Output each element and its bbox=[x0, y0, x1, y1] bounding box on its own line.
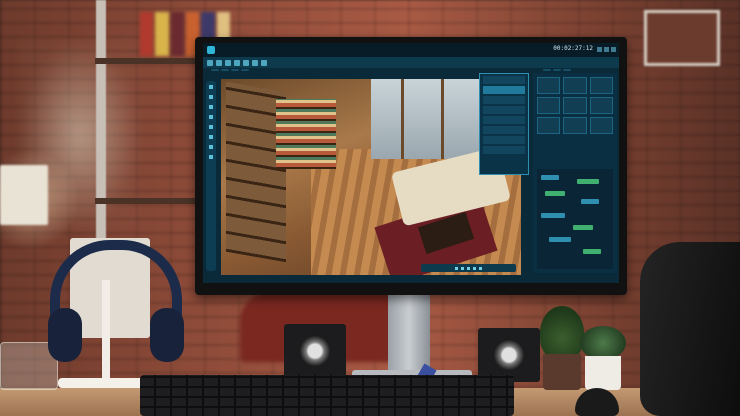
graph-node[interactable] bbox=[545, 191, 565, 196]
viewport-playback-bar bbox=[421, 264, 516, 272]
camera-tool-icon[interactable] bbox=[252, 59, 258, 66]
asset-thumbnail[interactable] bbox=[537, 117, 561, 134]
graph-node[interactable] bbox=[541, 175, 559, 180]
brush-tool-icon[interactable] bbox=[243, 59, 249, 66]
maximize-icon[interactable] bbox=[604, 47, 609, 52]
playback-icon[interactable] bbox=[467, 266, 470, 270]
speaker-cone bbox=[299, 335, 331, 367]
minimize-icon[interactable] bbox=[597, 47, 602, 52]
small-plant bbox=[580, 326, 626, 360]
node-graph[interactable] bbox=[537, 169, 613, 269]
playback-icon[interactable] bbox=[455, 266, 458, 270]
plant-pot bbox=[543, 354, 581, 390]
office-chair bbox=[640, 242, 740, 416]
speaker-cone bbox=[493, 339, 525, 371]
panel-tab[interactable] bbox=[543, 69, 551, 71]
headphone-stand-base bbox=[58, 378, 150, 388]
context-menu bbox=[479, 73, 529, 175]
graph-node[interactable] bbox=[541, 213, 565, 218]
viewport-tab[interactable] bbox=[231, 69, 239, 71]
asset-thumbnail[interactable] bbox=[537, 77, 561, 94]
left-tool-rail bbox=[206, 81, 216, 271]
workspace-scene: 00:02:27:12 bbox=[0, 0, 740, 416]
asset-thumbnail[interactable] bbox=[563, 117, 587, 134]
context-menu-item[interactable] bbox=[483, 126, 525, 134]
panel-tab[interactable] bbox=[563, 69, 571, 71]
viewport-tab[interactable] bbox=[211, 69, 219, 71]
asset-thumbnail[interactable] bbox=[563, 77, 587, 94]
left-speaker bbox=[284, 324, 346, 378]
tool-strip bbox=[203, 57, 619, 68]
rail-tool-icon[interactable] bbox=[209, 125, 213, 129]
white-plant-pot bbox=[585, 356, 621, 390]
succulent-plant bbox=[540, 306, 584, 360]
asset-thumbnail[interactable] bbox=[589, 97, 613, 114]
panel-tab[interactable] bbox=[553, 69, 561, 71]
asset-panel bbox=[533, 73, 617, 273]
context-menu-item[interactable] bbox=[483, 96, 525, 104]
headphone-ear-cup bbox=[48, 308, 82, 362]
window-mullion bbox=[401, 79, 404, 159]
rotate-tool-icon[interactable] bbox=[225, 59, 231, 66]
graph-node[interactable] bbox=[577, 179, 599, 184]
graph-node[interactable] bbox=[549, 237, 571, 242]
right-speaker bbox=[478, 328, 540, 382]
app-title-bar: 00:02:27:12 bbox=[203, 43, 619, 57]
scale-tool-icon[interactable] bbox=[234, 59, 240, 66]
context-menu-item[interactable] bbox=[483, 146, 525, 154]
headphone-ear-cup bbox=[150, 308, 184, 362]
select-tool-icon[interactable] bbox=[207, 59, 213, 66]
window-controls bbox=[597, 47, 616, 52]
viewport-tab[interactable] bbox=[241, 69, 249, 71]
asset-thumbnail-grid bbox=[533, 73, 617, 138]
keyboard bbox=[140, 375, 514, 416]
wall-picture-frame bbox=[644, 10, 720, 66]
context-menu-item[interactable] bbox=[483, 136, 525, 144]
rail-tool-icon[interactable] bbox=[209, 135, 213, 139]
context-menu-item[interactable] bbox=[483, 76, 525, 84]
timecode-display: 00:02:27:12 bbox=[553, 45, 593, 52]
3d-viewport[interactable] bbox=[221, 79, 521, 275]
graph-node[interactable] bbox=[581, 199, 599, 204]
rail-tool-icon[interactable] bbox=[209, 115, 213, 119]
viewport-tab[interactable] bbox=[221, 69, 229, 71]
panel-tabs bbox=[543, 69, 571, 71]
asset-thumbnail[interactable] bbox=[589, 77, 613, 94]
window-mullion bbox=[441, 79, 444, 159]
graph-node[interactable] bbox=[573, 225, 593, 230]
context-menu-item[interactable] bbox=[483, 106, 525, 114]
move-tool-icon[interactable] bbox=[216, 59, 222, 66]
context-menu-item[interactable] bbox=[483, 86, 525, 94]
close-icon[interactable] bbox=[611, 47, 616, 52]
rail-tool-icon[interactable] bbox=[209, 155, 213, 159]
playback-icon[interactable] bbox=[473, 266, 476, 270]
monitor: 00:02:27:12 bbox=[195, 37, 627, 295]
playback-icon[interactable] bbox=[461, 266, 464, 270]
render-bookshelf-books bbox=[276, 99, 336, 169]
monitor-screen[interactable]: 00:02:27:12 bbox=[203, 43, 619, 283]
rail-tool-icon[interactable] bbox=[209, 95, 213, 99]
asset-thumbnail[interactable] bbox=[537, 97, 561, 114]
app-logo-icon bbox=[207, 46, 215, 54]
asset-thumbnail[interactable] bbox=[563, 97, 587, 114]
floor-lamp bbox=[0, 165, 48, 225]
playback-icon[interactable] bbox=[479, 266, 482, 270]
rail-tool-icon[interactable] bbox=[209, 145, 213, 149]
context-menu-item[interactable] bbox=[483, 116, 525, 124]
asset-thumbnail[interactable] bbox=[589, 117, 613, 134]
light-tool-icon[interactable] bbox=[261, 59, 267, 66]
rail-tool-icon[interactable] bbox=[209, 85, 213, 89]
viewport-tabs bbox=[211, 69, 249, 71]
rail-tool-icon[interactable] bbox=[209, 105, 213, 109]
graph-node[interactable] bbox=[583, 249, 601, 254]
